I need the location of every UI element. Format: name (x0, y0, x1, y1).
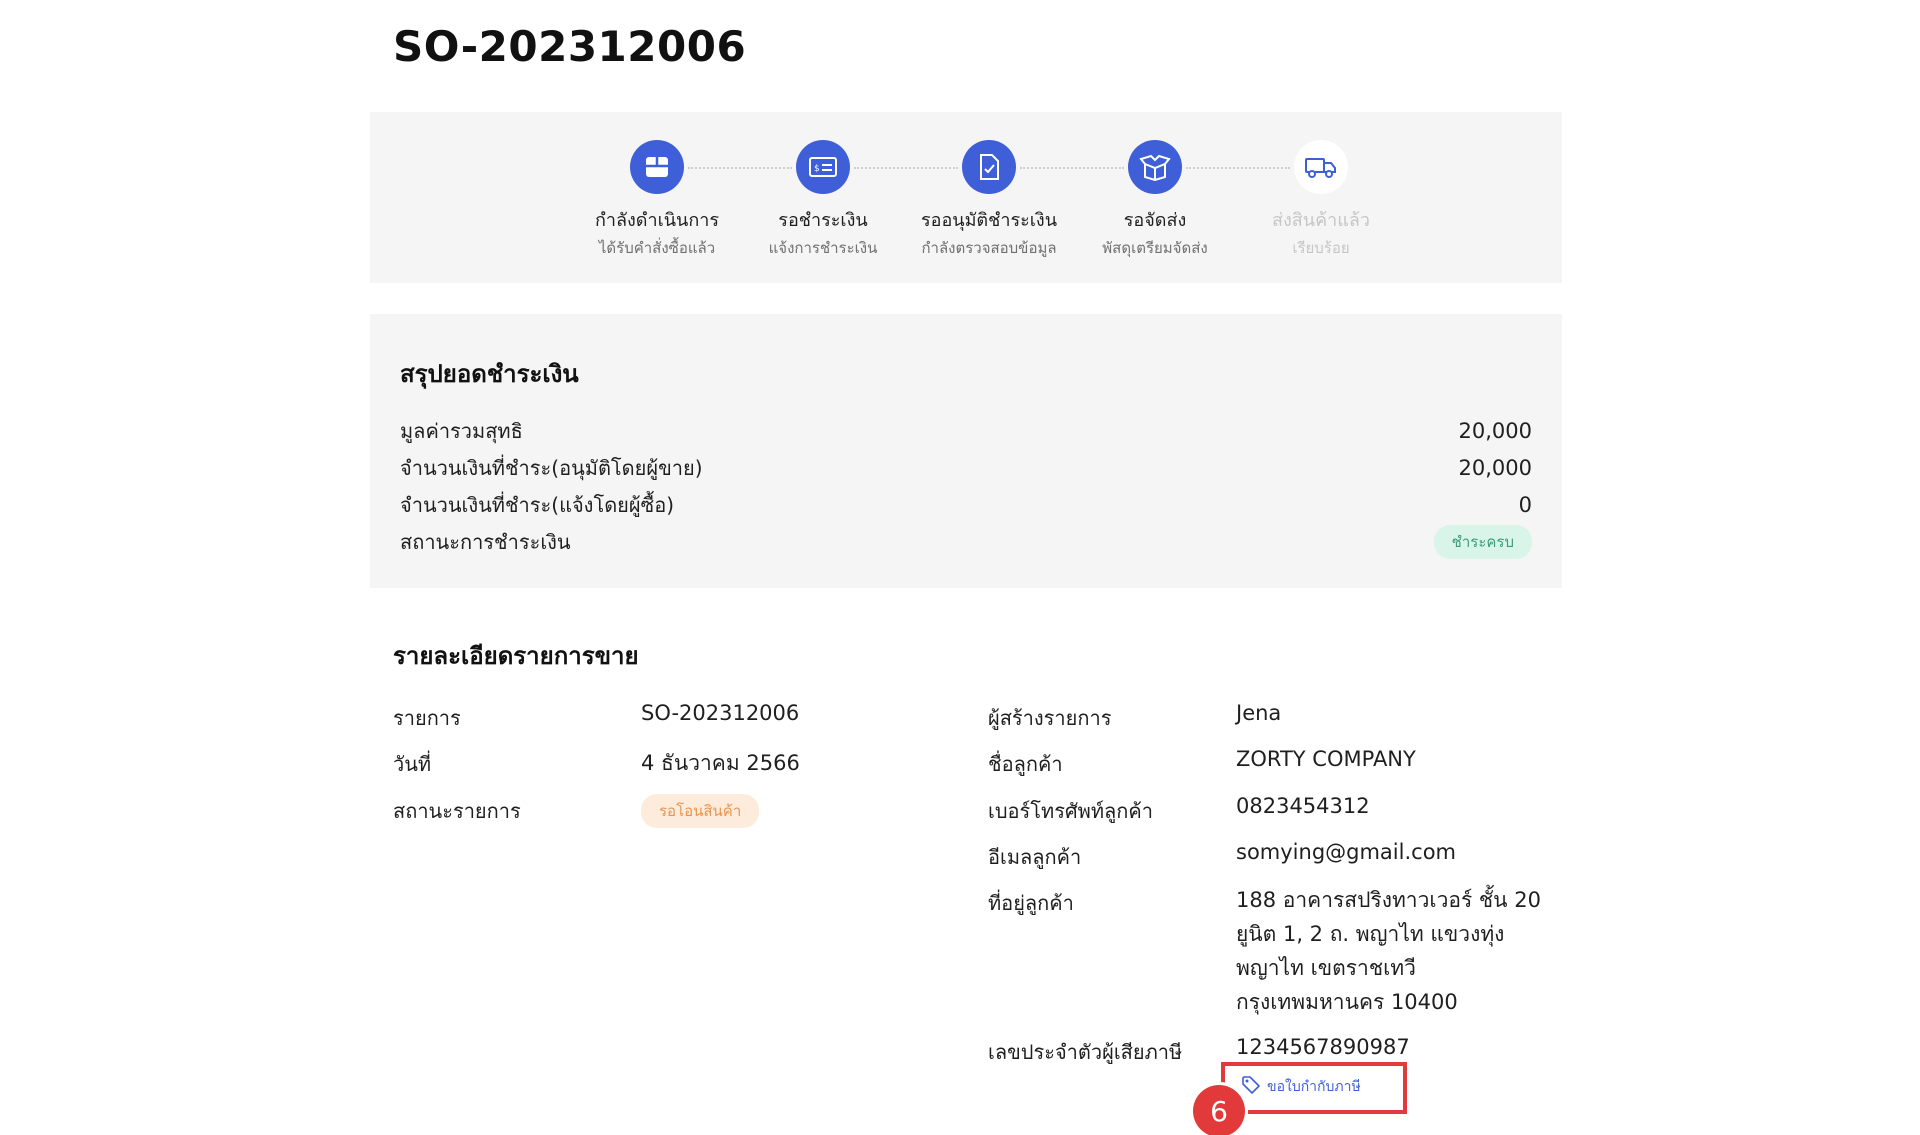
page-title: SO-202312006 (393, 22, 747, 71)
request-tax-invoice-button[interactable]: ขอใบกำกับภาษี (1241, 1075, 1361, 1099)
step-title: รออนุมัติชำระเงิน (920, 210, 1058, 231)
box-icon (630, 140, 684, 194)
date-label: วันที่ (393, 752, 432, 776)
step-shipped: ส่งสินค้าแล้ว เรียบร้อย (1231, 140, 1411, 260)
tag-icon (1241, 1075, 1261, 1099)
summary-label: จำนวนเงินที่ชำระ(อนุมัติโดยผู้ขาย) (400, 456, 703, 480)
address-line: ยูนิต 1, 2 ถ. พญาไท แขวงทุ่ง (1236, 922, 1505, 946)
open-box-icon (1128, 140, 1182, 194)
order-value: SO-202312006 (641, 701, 800, 725)
step-title: ส่งสินค้าแล้ว (1272, 210, 1370, 231)
address-line: 188 อาคารสปริงทาวเวอร์ ชั้น 20 (1236, 888, 1541, 912)
summary-label: มูลค่ารวมสุทธิ (400, 419, 523, 443)
step-awaiting-approval: รออนุมัติชำระเงิน กำลังตรวจสอบข้อมูล (899, 140, 1079, 260)
step-awaiting-payment: $ รอชำระเงิน แจ้งการชำระเงิน (733, 140, 913, 260)
customer-email-label: อีเมลลูกค้า (988, 845, 1082, 869)
document-check-icon (962, 140, 1016, 194)
customer-email-value: somying@gmail.com (1236, 840, 1456, 864)
order-status-label: สถานะรายการ (393, 799, 521, 823)
customer-name-value: ZORTY COMPANY (1236, 747, 1416, 771)
payment-summary-panel: สรุปยอดชำระเงิน มูลค่ารวมสุทธิ 20,000 จำ… (370, 314, 1562, 588)
tax-id-value: 1234567890987 (1236, 1035, 1410, 1059)
step-subtitle: พัสดุเตรียมจัดส่ง (1102, 239, 1208, 257)
summary-value: 20,000 (1458, 456, 1532, 480)
address-line: พญาไท เขตราชเทวี (1236, 956, 1416, 980)
summary-title: สรุปยอดชำระเงิน (400, 360, 579, 388)
order-status-badge: รอโอนสินค้า (641, 794, 760, 828)
step-title: กำลังดำเนินการ (594, 210, 720, 231)
summary-label: จำนวนเงินที่ชำระ(แจ้งโดยผู้ซื้อ) (400, 493, 675, 517)
summary-row-paid-approved: จำนวนเงินที่ชำระ(อนุมัติโดยผู้ขาย) 20,00… (400, 450, 1532, 486)
date-value: 4 ธันวาคม 2566 (641, 751, 800, 775)
creator-value: Jena (1236, 701, 1282, 725)
customer-phone-value: 0823454312 (1236, 794, 1370, 818)
svg-text:$: $ (814, 164, 820, 174)
customer-address-label: ที่อยู่ลูกค้า (988, 891, 1074, 915)
order-label: รายการ (393, 706, 461, 730)
summary-row-payment-status: สถานะการชำระเงิน ชำระครบ (400, 524, 1532, 560)
step-subtitle: ได้รับคำสั่งซื้อแล้ว (598, 239, 716, 257)
step-subtitle: แจ้งการชำระเงิน (768, 239, 878, 257)
address-line: กรุงเทพมหานคร 10400 (1236, 990, 1458, 1014)
step-subtitle: กำลังตรวจสอบข้อมูล (921, 239, 1057, 257)
order-progress-stepper: กำลังดำเนินการ ได้รับคำสั่งซื้อแล้ว $ รอ… (370, 112, 1562, 283)
truck-icon (1294, 140, 1348, 194)
payment-status-badge: ชำระครบ (1433, 525, 1532, 559)
creator-label: ผู้สร้างรายการ (988, 706, 1112, 730)
summary-row-paid-reported: จำนวนเงินที่ชำระ(แจ้งโดยผู้ซื้อ) 0 (400, 487, 1532, 523)
customer-phone-label: เบอร์โทรศัพท์ลูกค้า (988, 799, 1153, 823)
summary-value: 0 (1518, 493, 1532, 517)
request-tax-invoice-label: ขอใบกำกับภาษี (1267, 1079, 1361, 1095)
summary-value: 20,000 (1458, 419, 1532, 443)
tax-id-label: เลขประจำตัวผู้เสียภาษี (988, 1040, 1183, 1064)
step-processing: กำลังดำเนินการ ได้รับคำสั่งซื้อแล้ว (567, 140, 747, 260)
summary-label: สถานะการชำระเงิน (400, 530, 571, 554)
detail-title: รายละเอียดรายการขาย (393, 642, 639, 670)
step-subtitle: เรียบร้อย (1292, 239, 1350, 257)
step-title: รอชำระเงิน (778, 210, 868, 231)
customer-address-value: 188 อาคารสปริงทาวเวอร์ ชั้น 20 ยูนิต 1, … (1236, 883, 1546, 1019)
step-title: รอจัดส่ง (1123, 210, 1187, 231)
step-awaiting-shipment: รอจัดส่ง พัสดุเตรียมจัดส่ง (1065, 140, 1245, 260)
annotation-step-marker: 6 (1193, 1085, 1245, 1135)
summary-row-net-total: มูลค่ารวมสุทธิ 20,000 (400, 413, 1532, 449)
customer-name-label: ชื่อลูกค้า (988, 752, 1063, 776)
payment-card-icon: $ (796, 140, 850, 194)
